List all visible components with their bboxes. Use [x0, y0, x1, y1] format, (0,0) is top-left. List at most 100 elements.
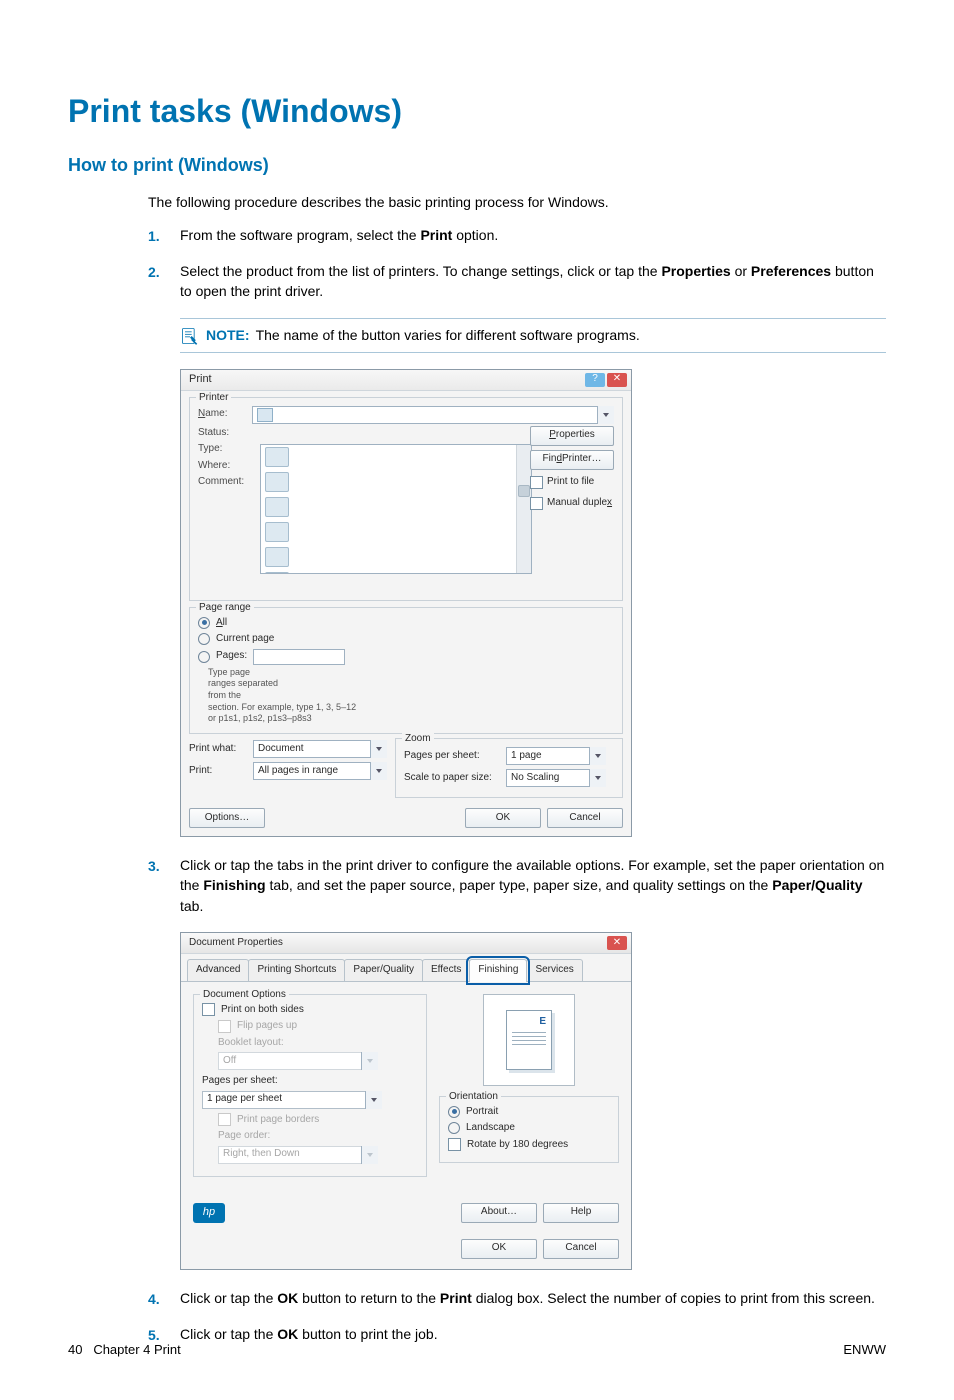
status-label: Status: [198, 426, 246, 441]
radio-all[interactable]: All [198, 616, 614, 631]
list-item[interactable] [261, 570, 531, 574]
page-footer: 40 Chapter 4 Print ENWW [68, 1341, 886, 1360]
name-label: Name: [198, 407, 246, 422]
group-label: Zoom [402, 732, 434, 747]
comment-label: Comment: [198, 475, 246, 490]
page-preview [483, 994, 575, 1086]
list-item[interactable] [261, 520, 531, 545]
tab-finishing[interactable]: Finishing [469, 959, 527, 982]
scrollbar[interactable] [516, 445, 531, 573]
note-block: NOTE:The name of the button varies for d… [180, 318, 886, 353]
printer-list[interactable] [260, 444, 532, 574]
properties-button[interactable]: Properties [530, 426, 614, 446]
printer-group: Printer Name: Status: Type: Where: Comme… [189, 397, 623, 601]
about-button[interactable]: About… [461, 1203, 537, 1223]
radio-current-page[interactable]: Current page [198, 632, 614, 647]
print-page-borders-checkbox: Print page borders [218, 1113, 418, 1128]
pps-label: Pages per sheet: [404, 749, 500, 764]
scrollbar-thumb[interactable] [518, 485, 530, 497]
ok-button[interactable]: OK [465, 808, 541, 828]
radio-landscape[interactable]: Landscape [448, 1121, 610, 1136]
dialog-title: Print [189, 372, 212, 388]
radio-pages[interactable]: Pages: [198, 649, 614, 665]
tab-services[interactable]: Services [526, 959, 582, 981]
list-item[interactable] [261, 445, 531, 470]
printer-icon [265, 522, 289, 542]
scale-select[interactable]: No Scaling [506, 769, 606, 787]
print-both-sides-checkbox[interactable]: Print on both sides [202, 1003, 418, 1018]
printer-icon [265, 447, 289, 467]
intro-text: The following procedure describes the ba… [148, 192, 886, 212]
cancel-button[interactable]: Cancel [543, 1239, 619, 1259]
step-number: 2. [148, 261, 180, 282]
chevron-down-icon[interactable] [597, 406, 614, 424]
step-3-text: Click or tap the tabs in the print drive… [180, 855, 886, 916]
options-button[interactable]: Options… [189, 808, 265, 828]
tab-effects[interactable]: Effects [422, 959, 470, 981]
properties-dialog-screenshot: Document Properties ✕ Advanced Printing … [180, 932, 632, 1270]
note-text: NOTE:The name of the button varies for d… [206, 325, 640, 345]
tab-paper-quality[interactable]: Paper/Quality [344, 959, 423, 981]
document-options-group: Document Options Print on both sides Fli… [193, 994, 427, 1177]
radio-portrait[interactable]: Portrait [448, 1105, 610, 1120]
tab-advanced[interactable]: Advanced [187, 959, 249, 981]
note-icon [180, 326, 200, 346]
footer-left: 40 Chapter 4 Print [68, 1341, 181, 1360]
chevron-down-icon[interactable] [365, 1091, 382, 1109]
zoom-group: Zoom Pages per sheet: 1 page Scale to pa… [395, 738, 623, 798]
printer-icon [257, 408, 273, 422]
print-to-file-checkbox[interactable]: Print to file [530, 474, 614, 491]
chevron-down-icon [361, 1052, 378, 1070]
chevron-down-icon [361, 1146, 378, 1164]
print-pages-select[interactable]: All pages in range [253, 762, 387, 780]
step-3: 3. Click or tap the tabs in the print dr… [148, 855, 886, 922]
flip-pages-checkbox: Flip pages up [218, 1019, 418, 1034]
step-1: 1. From the software program, select the… [148, 225, 886, 251]
rotate-180-checkbox[interactable]: Rotate by 180 degrees [448, 1138, 610, 1153]
printer-icon [265, 472, 289, 492]
hp-logo-icon: hp [193, 1203, 225, 1223]
section-heading: How to print (Windows) [68, 152, 886, 178]
dialog-titlebar: Print ? ✕ [181, 370, 631, 391]
manual-duplex-checkbox[interactable]: Manual duplex [530, 495, 614, 512]
step-number: 3. [148, 855, 180, 876]
group-label: Printer [196, 391, 231, 406]
footer-right: ENWW [843, 1341, 886, 1360]
list-item[interactable] [261, 545, 531, 570]
print-label: Print: [189, 764, 247, 779]
printer-icon [265, 572, 289, 574]
help-icon[interactable]: ? [585, 373, 605, 387]
print-what-label: Print what: [189, 742, 247, 757]
chevron-down-icon[interactable] [370, 740, 387, 758]
cancel-button[interactable]: Cancel [547, 808, 623, 828]
step-4: 4. Click or tap the OK button to return … [148, 1288, 886, 1314]
scale-label: Scale to paper size: [404, 771, 500, 786]
chevron-down-icon[interactable] [589, 769, 606, 787]
pages-input[interactable] [253, 649, 345, 665]
tab-printing-shortcuts[interactable]: Printing Shortcuts [248, 959, 345, 981]
printer-icon [265, 547, 289, 567]
chevron-down-icon[interactable] [370, 762, 387, 780]
help-button[interactable]: Help [543, 1203, 619, 1223]
step-2: 2. Select the product from the list of p… [148, 261, 886, 308]
step-number: 1. [148, 225, 180, 246]
find-printer-button[interactable]: Find Printer… [530, 450, 614, 470]
group-label: Orientation [446, 1090, 501, 1105]
step-number: 4. [148, 1288, 180, 1309]
page-range-group: Page range All Current page Pages: Type … [189, 607, 623, 734]
close-icon[interactable]: ✕ [607, 373, 627, 387]
printer-name-dropdown[interactable] [252, 406, 614, 424]
close-icon[interactable]: ✕ [607, 936, 627, 950]
ok-button[interactable]: OK [461, 1239, 537, 1259]
pages-per-sheet-select[interactable]: 1 page per sheet [202, 1091, 382, 1109]
chevron-down-icon[interactable] [589, 747, 606, 765]
page-order-label: Page order: [218, 1129, 418, 1144]
pages-per-sheet-select[interactable]: 1 page [506, 747, 606, 765]
step-2-text: Select the product from the list of prin… [180, 261, 886, 302]
list-item[interactable] [261, 495, 531, 520]
list-item[interactable] [261, 470, 531, 495]
print-what-select[interactable]: Document [253, 740, 387, 758]
type-label: Type: [198, 442, 246, 457]
pages-per-sheet-label: Pages per sheet: [202, 1074, 418, 1089]
step-1-text: From the software program, select the Pr… [180, 225, 886, 245]
